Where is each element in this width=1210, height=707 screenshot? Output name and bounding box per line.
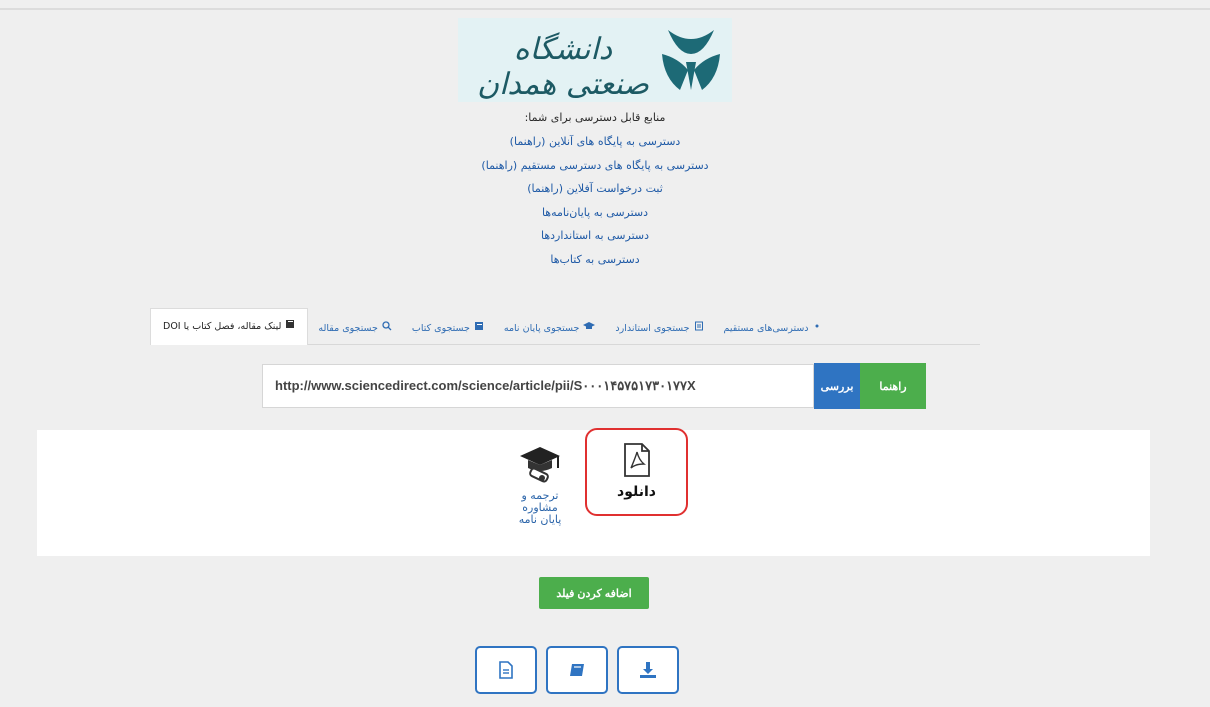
resource-links: منابع قابل دسترسی برای شما: دسترسی به پا… (300, 106, 890, 271)
logo-text: دانشگاه صنعتی همدان (477, 32, 649, 102)
download-service[interactable]: دانلود (585, 428, 688, 516)
document-tool-button[interactable] (475, 646, 537, 694)
graduation-cap-icon (583, 314, 596, 344)
add-field-button[interactable]: اضافه کردن فیلد (539, 577, 649, 609)
document-icon (694, 314, 704, 344)
link-offline-request[interactable]: ثبت درخواست آفلاین (راهنما) (300, 177, 890, 201)
book-tool-button[interactable] (546, 646, 608, 694)
tab-label: جستجوی استاندارد (615, 323, 690, 334)
guide-button[interactable]: راهنما (860, 363, 926, 409)
check-button[interactable]: بررسی (814, 363, 860, 409)
download-icon (640, 662, 656, 678)
university-logo: دانشگاه صنعتی همدان (458, 18, 732, 102)
top-divider (0, 8, 1210, 10)
download-tool-button[interactable] (617, 646, 679, 694)
tab-label: لینک مقاله، فصل کتاب یا DOI (163, 321, 282, 332)
logo-emblem-icon (662, 30, 720, 90)
pdf-icon (623, 443, 650, 477)
book-icon (570, 664, 584, 676)
link-theses[interactable]: دسترسی به پایان‌نامه‌ها (300, 201, 890, 225)
tab-thesis-search[interactable]: جستجوی پایان نامه (494, 314, 606, 344)
translate-label: ترجمه و مشاوره پایان نامه (518, 489, 562, 526)
link-online-databases[interactable]: دسترسی به پایگاه های آنلاین (راهنما) (300, 130, 890, 154)
tab-article-link[interactable]: لینک مقاله، فصل کتاب یا DOI (150, 308, 309, 345)
tab-direct-access[interactable]: دسترسی‌های مستقیم (714, 314, 831, 344)
tab-label: جستجوی مقاله (318, 323, 378, 334)
tab-label: جستجوی کتاب (411, 323, 470, 334)
document-icon (499, 661, 513, 679)
book-icon (285, 309, 295, 345)
link-standards[interactable]: دسترسی به استانداردها (300, 224, 890, 248)
search-icon (382, 314, 392, 344)
link-books[interactable]: دسترسی به کتاب‌ها (300, 248, 890, 272)
link-icon (813, 314, 821, 344)
search-tabs: لینک مقاله، فصل کتاب یا DOI جستجوی مقاله… (150, 304, 980, 345)
book-icon (474, 314, 484, 344)
graduation-cap-icon (520, 447, 560, 483)
tab-label: جستجوی پایان نامه (503, 323, 580, 334)
download-label: دانلود (617, 484, 656, 500)
translate-service[interactable]: ترجمه و مشاوره پایان نامه (508, 444, 572, 526)
tab-book-search[interactable]: جستجوی کتاب (402, 314, 494, 344)
resources-intro: منابع قابل دسترسی برای شما: (524, 111, 666, 124)
article-url-input[interactable] (262, 364, 814, 408)
tab-article-search[interactable]: جستجوی مقاله (308, 314, 402, 344)
link-direct-databases[interactable]: دسترسی به پایگاه های دسترسی مستقیم (راهن… (300, 154, 890, 178)
tab-label: دسترسی‌های مستقیم (723, 323, 809, 334)
tab-standard-search[interactable]: جستجوی استاندارد (605, 314, 713, 344)
